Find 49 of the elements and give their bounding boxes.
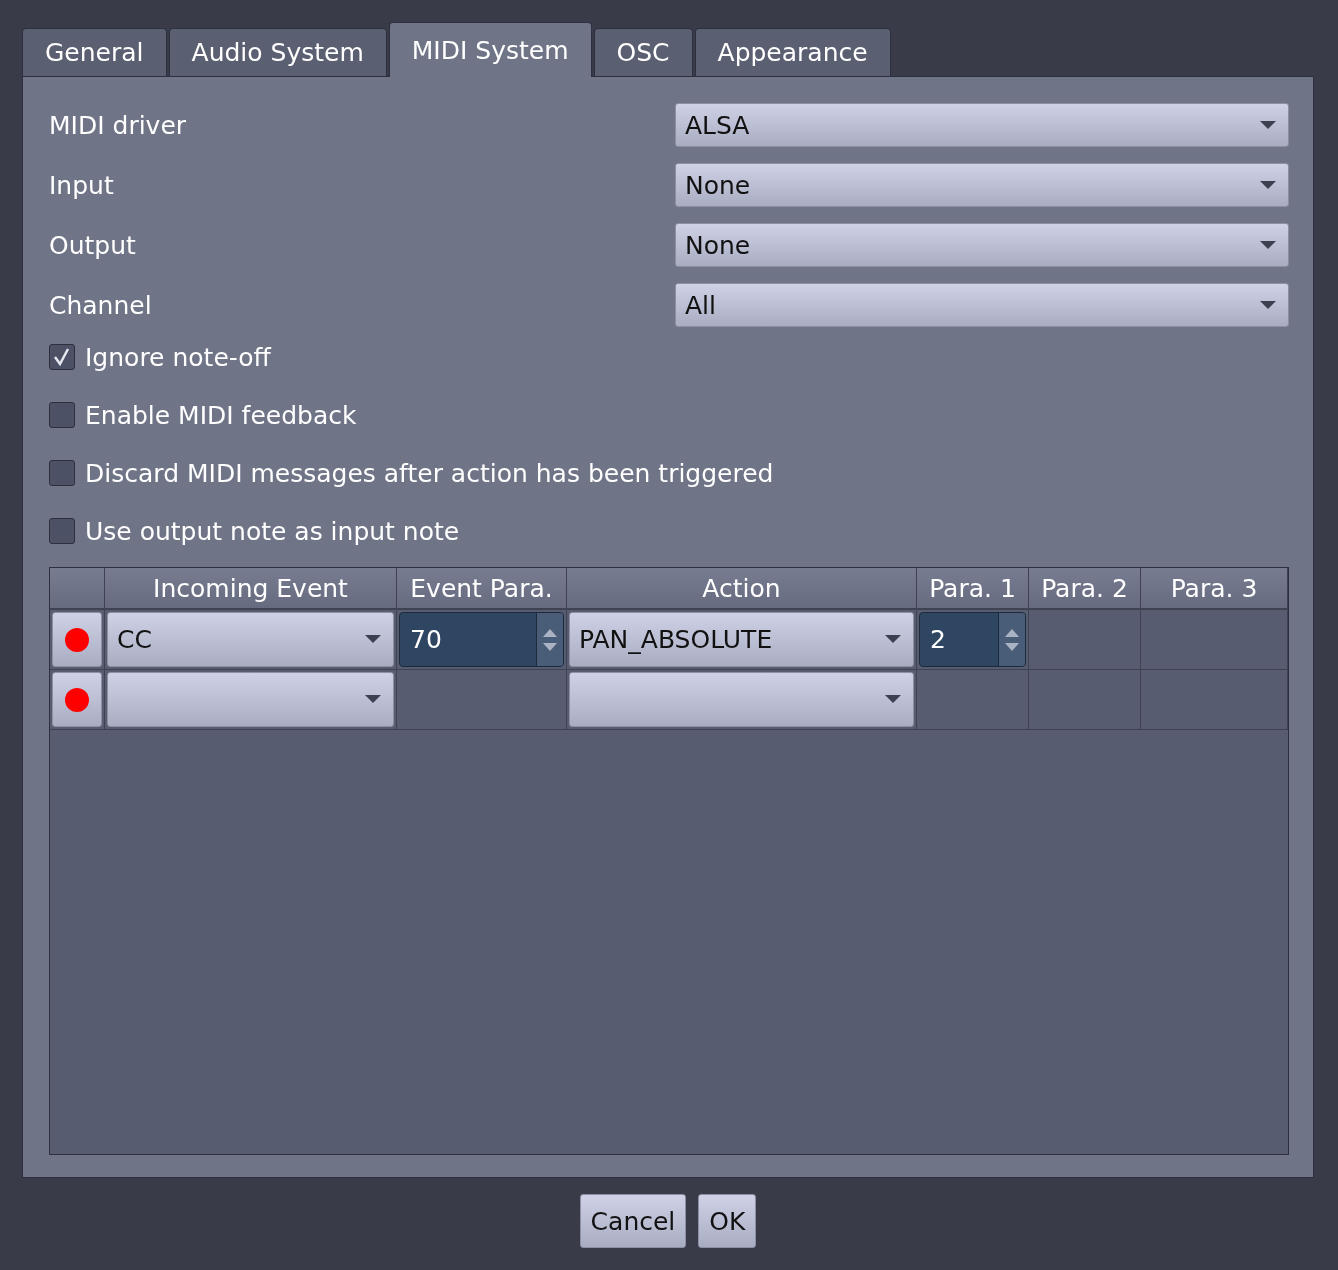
dropdown[interactable]: PAN_ABSOLUTE [569,612,914,667]
dropdown[interactable]: CC [107,612,394,667]
dropdown-arrow-icon [365,635,381,644]
checkbox-label[interactable]: Use output note as input note [85,516,460,546]
dropdown-arrow-icon [1260,300,1276,310]
column-header[interactable]: Para. 2 [1029,568,1141,610]
checkbox-label[interactable]: Discard MIDI messages after action has been triggered [85,458,774,488]
checkbox[interactable] [49,402,75,428]
dropdown-arrow-icon [1260,120,1276,130]
dialog-button[interactable]: OK [698,1194,757,1248]
learn-button[interactable] [52,672,102,727]
dropdown-arrow-icon [365,695,381,704]
setting-label: Output [49,230,136,260]
checkbox-label[interactable]: Enable MIDI feedback [85,400,357,430]
column-header[interactable]: Action [567,568,917,610]
column-header[interactable]: Para. 3 [1141,568,1288,610]
dropdown[interactable]: None [675,223,1289,267]
dropdown[interactable]: None [675,163,1289,207]
dropdown-arrow-icon [885,695,901,704]
setting-label: Input [49,170,114,200]
checkbox[interactable] [49,460,75,486]
dropdown-arrow-icon [1260,240,1276,250]
dropdown[interactable] [107,672,394,727]
record-dot-icon [64,626,90,653]
column-header[interactable]: Incoming Event [105,568,397,610]
tab[interactable]: Audio System [168,28,387,76]
spin-box[interactable]: 70 [399,612,564,667]
tab[interactable]: Appearance [694,28,891,76]
dropdown-arrow-icon [885,635,901,644]
dropdown[interactable]: ALSA [675,103,1289,147]
dropdown[interactable] [569,672,914,727]
spin-arrows-icon[interactable] [998,613,1025,666]
record-dot-icon [64,686,90,713]
tab[interactable]: OSC [593,28,693,76]
column-header[interactable]: Event Para. [397,568,567,610]
checkbox-label[interactable]: Ignore note-off [85,342,271,372]
dialog-button[interactable]: Cancel [579,1194,687,1248]
column-header[interactable]: Para. 1 [917,568,1029,610]
dropdown[interactable]: All [675,283,1289,327]
learn-button[interactable] [52,612,102,667]
setting-label: Channel [49,290,152,320]
spin-box[interactable]: 2 [919,612,1026,667]
spin-arrows-icon[interactable] [536,613,563,666]
dropdown-arrow-icon [1260,180,1276,190]
setting-label: MIDI driver [49,110,187,140]
checkbox[interactable] [49,344,75,370]
checkbox[interactable] [49,518,75,544]
tab[interactable]: General [22,28,167,76]
tab[interactable]: MIDI System [388,22,592,77]
